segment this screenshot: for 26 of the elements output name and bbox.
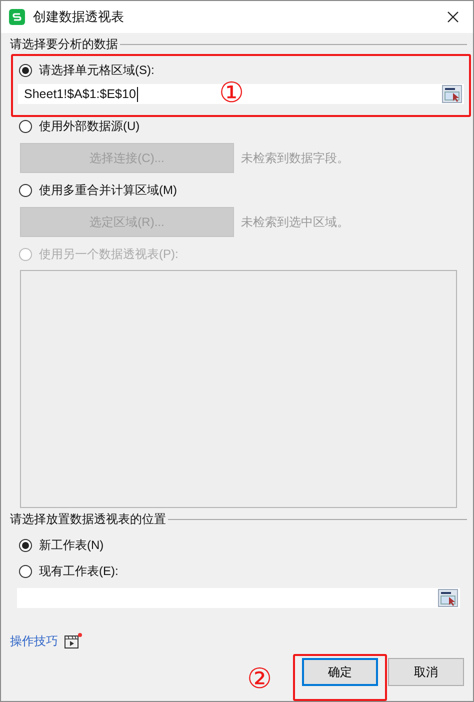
- radio-label: 使用多重合并计算区域(M): [39, 182, 177, 198]
- radio-button[interactable]: [19, 564, 32, 578]
- radio-label: 新工作表(N): [39, 536, 104, 554]
- range-picker-icon[interactable]: [442, 85, 462, 103]
- window-title: 创建数据透视表: [33, 8, 124, 26]
- cancel-button[interactable]: 取消: [388, 658, 464, 686]
- radio-label: 使用外部数据源(U): [39, 118, 140, 134]
- radio-button[interactable]: [19, 120, 32, 132]
- close-icon[interactable]: [447, 11, 459, 23]
- radio-label: 现有工作表(E):: [39, 562, 118, 580]
- status-text: 未检索到选中区域。: [241, 214, 349, 230]
- radio-button[interactable]: [19, 64, 32, 76]
- range-picker-icon[interactable]: [438, 589, 458, 607]
- radio-button[interactable]: [19, 184, 32, 196]
- app-logo-icon: [9, 9, 25, 25]
- radio-label: 使用另一个数据透视表(P):: [39, 246, 178, 262]
- video-icon[interactable]: [64, 633, 82, 649]
- annotation-number: ②: [247, 664, 272, 694]
- ok-button[interactable]: 确定: [302, 658, 378, 686]
- section-label: 请选择放置数据透视表的位置: [10, 510, 166, 528]
- radio-button[interactable]: [19, 538, 32, 552]
- tips-link[interactable]: 操作技巧: [10, 632, 58, 650]
- location-input-field[interactable]: [17, 588, 460, 608]
- section-label: 请选择要分析的数据: [10, 36, 118, 52]
- status-text: 未检索到数据字段。: [241, 150, 349, 166]
- radio-label: 请选择单元格区域(S):: [39, 62, 154, 78]
